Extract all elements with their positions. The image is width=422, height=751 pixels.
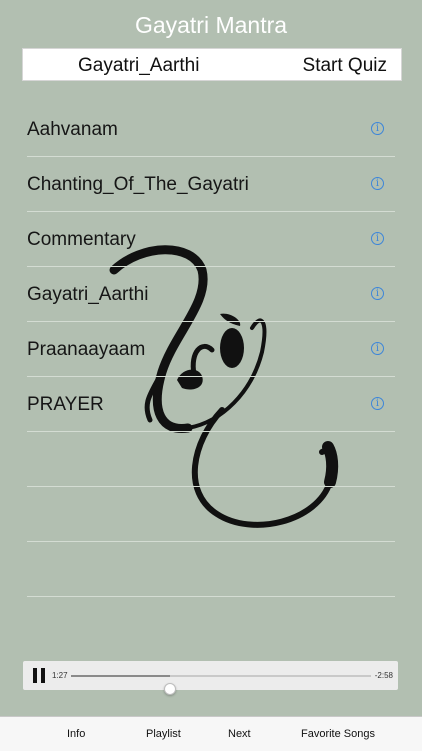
bottom-tab-bar: Info Playlist Next Favorite Songs [0,716,422,751]
song-row-gayatri-aarthi[interactable]: Gayatri_Aarthi i [0,267,422,322]
tab-info[interactable]: Info [67,717,85,751]
info-circle-icon[interactable]: i [371,122,384,135]
song-label: Commentary [27,229,136,250]
progress-thumb[interactable] [164,683,176,695]
song-row-commentary[interactable]: Commentary i [0,212,422,267]
info-circle-icon[interactable]: i [371,397,384,410]
song-label: Gayatri_Aarthi [27,284,149,305]
info-circle-icon[interactable]: i [371,177,384,190]
song-label: Praanaayaam [27,339,146,360]
start-quiz-button[interactable]: Start Quiz [303,49,387,82]
audio-player: 1:27 -2:58 [23,661,398,695]
progress-fill [71,675,170,677]
info-circle-icon[interactable]: i [371,287,384,300]
song-label: PRAYER [27,394,104,415]
remaining-time: -2:58 [374,671,393,680]
song-row-praanaayaam[interactable]: Praanaayaam i [0,322,422,377]
current-track-label: Gayatri_Aarthi [78,55,200,76]
empty-row [0,432,422,487]
info-circle-icon[interactable]: i [371,342,384,355]
tab-favorite-songs[interactable]: Favorite Songs [301,717,375,751]
now-playing-bar: Gayatri_Aarthi Start Quiz [22,48,402,81]
app-title: Gayatri Mantra [134,12,288,38]
elapsed-time: 1:27 [52,671,68,680]
tab-next[interactable]: Next [228,717,251,751]
info-circle-icon[interactable]: i [371,232,384,245]
song-row-aahvanam[interactable]: Aahvanam i [0,102,422,157]
empty-row [0,487,422,542]
progress-track[interactable] [71,675,371,695]
song-list: Aahvanam i Chanting_Of_The_Gayatri i Com… [0,102,422,597]
row-divider [27,596,395,597]
song-label: Aahvanam [27,119,118,140]
song-row-prayer[interactable]: PRAYER i [0,377,422,432]
song-row-chanting[interactable]: Chanting_Of_The_Gayatri i [0,157,422,212]
tab-playlist[interactable]: Playlist [146,717,181,751]
song-label: Chanting_Of_The_Gayatri [27,174,249,195]
pause-icon[interactable] [33,668,45,683]
empty-row [0,542,422,597]
